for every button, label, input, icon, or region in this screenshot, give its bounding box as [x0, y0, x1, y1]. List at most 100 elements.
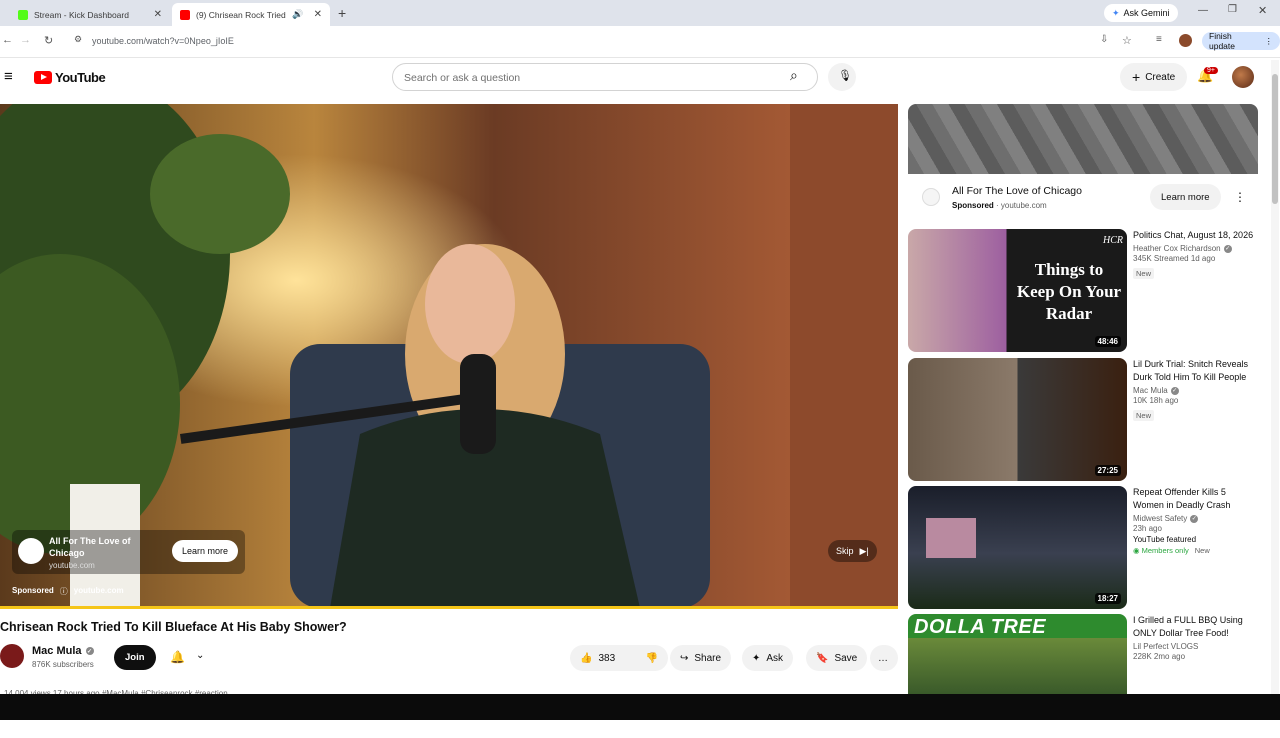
more-actions-button[interactable]: … [870, 645, 898, 671]
bottom-black-bar [0, 694, 1280, 720]
new-badge: New [1133, 410, 1155, 421]
verified-check-icon: ✓ [85, 647, 94, 655]
speaker-icon[interactable]: 🔊 [292, 9, 303, 20]
share-button[interactable]: ↪ Share [670, 645, 732, 671]
create-button[interactable]: + Create [1120, 63, 1188, 91]
close-window-icon[interactable]: ✕ [1258, 4, 1267, 17]
forward-icon[interactable]: → [20, 34, 31, 46]
kick-favicon-icon [18, 9, 28, 20]
channel-label: Midwest Safety [1133, 514, 1188, 523]
create-label: Create [1145, 71, 1176, 83]
sidebar-ad[interactable]: All For The Love of Chicago Sponsored · … [908, 104, 1258, 219]
save-button[interactable]: 🔖 Save [806, 645, 868, 671]
ad-title: All For The Love of Chicago [49, 536, 131, 558]
channel-avatar[interactable] [0, 644, 24, 668]
close-tab-icon[interactable]: ✕ [154, 9, 162, 20]
profile-avatar-icon[interactable] [1179, 34, 1192, 47]
search-icon[interactable]: ⌕ [790, 67, 798, 84]
media-controls-icon[interactable]: ≡ [1156, 34, 1162, 45]
finish-update-button[interactable]: Finish update ⋮ [1202, 31, 1280, 51]
video-thumbnail[interactable]: DOLLA TREE [908, 614, 1127, 694]
recommendation-title[interactable]: Politics Chat, August 18, 2026 [1133, 229, 1258, 242]
ask-gemini-label: Ask Gemini [1123, 8, 1170, 18]
sidebar-ad-meta: Sponsored · youtube.com [952, 201, 1047, 210]
tab-kick-dashboard[interactable]: Stream - Kick Dashboard ✕ [10, 3, 170, 26]
ad-advertiser-logo-icon [922, 188, 940, 206]
skip-label: Skip [836, 546, 854, 556]
info-icon[interactable]: ⓘ [60, 586, 68, 597]
subscribe-bell-icon[interactable]: 🔔 [170, 650, 185, 664]
save-label: Save [834, 652, 858, 664]
ad-banner-image [908, 104, 1258, 174]
dislike-icon[interactable]: 👎 [646, 653, 658, 664]
voice-search-button[interactable]: 🎙 [828, 63, 856, 91]
bookmark-star-icon[interactable]: ☆ [1122, 34, 1132, 47]
thumbnail-building [926, 518, 976, 558]
skip-next-icon: ▶| [859, 545, 869, 556]
ad-logo-icon [18, 538, 44, 564]
more-vertical-icon[interactable]: ⋮ [1234, 190, 1246, 204]
reload-icon[interactable]: ↻ [44, 34, 53, 47]
ask-label: Ask [766, 652, 784, 664]
tab-youtube[interactable]: (9) Chrisean Rock Tried To K 🔊 ✕ [172, 3, 330, 26]
ask-button[interactable]: ✦ Ask [742, 645, 794, 671]
channel-label: Mac Mula [1133, 386, 1168, 395]
ask-gemini-button[interactable]: ✦ Ask Gemini [1104, 4, 1178, 22]
sidebar-ad-title: All For The Love of Chicago [952, 185, 1082, 197]
back-icon[interactable]: ← [2, 34, 13, 46]
menu-hamburger-icon[interactable]: ≡ [4, 68, 13, 85]
more-horizontal-icon: … [878, 652, 888, 664]
like-count[interactable]: 383 [598, 653, 615, 664]
sponsored-domain: youtube.com [73, 586, 124, 595]
recommendation-meta: I Grilled a FULL BBQ Using ONLY Dollar T… [1133, 614, 1258, 661]
verified-check-icon: ✓ [1223, 244, 1232, 253]
recommendation-title[interactable]: I Grilled a FULL BBQ Using ONLY Dollar T… [1133, 614, 1258, 640]
share-label: Share [694, 652, 722, 664]
recommendation-channel[interactable]: Mac Mula ✓ [1133, 386, 1258, 395]
channel-name[interactable]: Mac Mula ✓ [32, 645, 94, 657]
page-scrollbar[interactable] [1271, 60, 1279, 696]
verified-check-icon: ✓ [1170, 386, 1179, 395]
youtube-play-logo-icon [34, 71, 52, 84]
video-thumbnail[interactable]: 27:25 [908, 358, 1127, 481]
minimize-icon[interactable]: — [1198, 5, 1208, 16]
recommendation-channel[interactable]: Heather Cox Richardson ✓ [1133, 244, 1258, 253]
microphone-icon: 🎙 [838, 70, 852, 82]
recommendation-title[interactable]: Lil Durk Trial: Snitch Reveals Durk Told… [1133, 358, 1258, 384]
skip-ad-button[interactable]: Skip ▶| [828, 540, 877, 562]
close-tab-icon[interactable]: ✕ [314, 9, 322, 20]
like-dislike-pill: 👍 383 👎 [570, 645, 668, 671]
recommendation-meta: Politics Chat, August 18, 2026 Heather C… [1133, 229, 1258, 281]
site-info-icon[interactable]: ⚙ [74, 34, 82, 45]
learn-more-button[interactable]: Learn more [172, 540, 239, 562]
join-button[interactable]: Join [114, 645, 156, 670]
chevron-down-icon[interactable]: ⌄ [196, 650, 204, 661]
scrollbar-thumb[interactable] [1272, 74, 1278, 204]
search-input[interactable]: Search or ask a question [392, 63, 818, 91]
restore-icon[interactable]: ❐ [1228, 4, 1237, 15]
finish-update-label: Finish update [1209, 31, 1235, 51]
recommendation-item[interactable]: Things to Keep On Your Radar HCR 48:46 P… [908, 229, 1260, 353]
video-player[interactable]: All For The Love of Chicago youtube.com … [0, 104, 898, 608]
like-icon[interactable]: 👍 [580, 653, 592, 664]
ad-overlay-card[interactable]: All For The Love of Chicago youtube.com … [12, 530, 245, 574]
recommendation-channel[interactable]: Midwest Safety ✓ [1133, 514, 1258, 523]
video-thumbnail[interactable]: Things to Keep On Your Radar HCR 48:46 [908, 229, 1127, 352]
url-field[interactable]: youtube.com/watch?v=0Npeo_jIoIE [92, 36, 234, 46]
install-icon[interactable]: ⇩ [1100, 34, 1108, 45]
youtube-logo[interactable]: YouTube [34, 70, 106, 85]
share-arrow-icon: ↪ [680, 652, 689, 664]
ad-progress-bar[interactable] [0, 606, 898, 609]
sidebar-ad-domain: youtube.com [1000, 201, 1047, 210]
recommendation-channel[interactable]: Lil Perfect VLOGS [1133, 642, 1258, 651]
recommendation-item[interactable]: 27:25 Lil Durk Trial: Snitch Reveals Dur… [908, 358, 1260, 482]
thumbnail-corner-logo: HCR [1103, 235, 1123, 246]
recommendation-item[interactable]: 18:27 Repeat Offender Kills 5 Women in D… [908, 486, 1260, 610]
recommendation-title[interactable]: Repeat Offender Kills 5 Women in Deadly … [1133, 486, 1258, 512]
video-thumbnail[interactable]: 18:27 [908, 486, 1127, 609]
sidebar-learn-more-button[interactable]: Learn more [1150, 184, 1221, 210]
new-tab-plus-icon[interactable]: + [338, 5, 346, 21]
account-avatar[interactable] [1232, 66, 1254, 88]
video-title: Chrisean Rock Tried To Kill Blueface At … [0, 620, 347, 634]
notification-count-badge: 9+ [1204, 67, 1218, 74]
